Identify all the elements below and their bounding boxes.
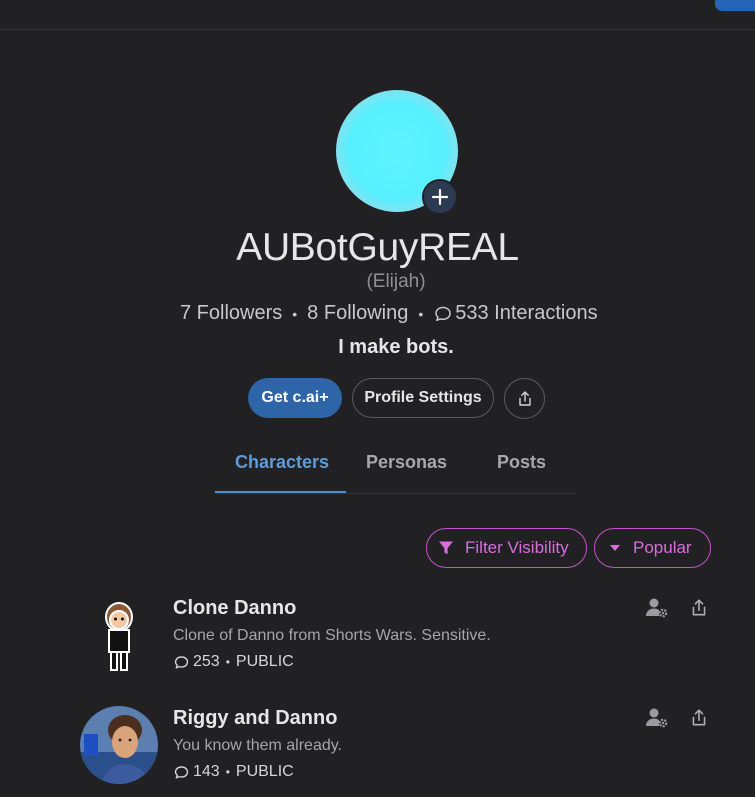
share-character-button[interactable] [686, 595, 712, 621]
chat-bubble-icon [173, 654, 190, 671]
separator-dot: • [225, 765, 230, 779]
filter-visibility-button[interactable]: Filter Visibility [426, 528, 587, 568]
character-visibility: PUBLIC [235, 653, 294, 670]
profile-settings-button[interactable]: Profile Settings [352, 378, 494, 418]
chat-bubble-icon [173, 764, 190, 781]
character-name: Clone Danno [173, 597, 297, 619]
tab-posts[interactable]: Posts [497, 452, 546, 473]
chat-bubble-icon [433, 304, 453, 324]
share-icon [518, 390, 531, 406]
separator-dot: • [292, 305, 298, 322]
character-interactions: 143 [193, 763, 220, 780]
followers-count[interactable]: 7 Followers [180, 302, 282, 325]
share-icon [692, 709, 706, 726]
manage-user-icon [646, 598, 668, 618]
filter-visibility-label: Filter Visibility [465, 538, 569, 557]
character-name: Riggy and Danno [173, 707, 338, 729]
profile-avatar-container [336, 90, 460, 215]
profile-display-name: (Elijah) [366, 271, 426, 292]
sort-label: Popular [633, 538, 692, 557]
separator-dot: • [418, 305, 424, 322]
manage-character-button[interactable] [644, 595, 670, 621]
share-profile-button[interactable] [504, 378, 545, 419]
character-item[interactable]: Riggy and Danno You know them already. 1… [80, 702, 720, 792]
active-tab-indicator [215, 491, 346, 493]
character-meta: 253 • PUBLIC [173, 653, 294, 671]
top-bar [0, 0, 755, 30]
filter-icon [439, 541, 453, 555]
character-description: You know them already. [173, 737, 342, 754]
profile-bio: I make bots. [338, 336, 454, 358]
character-avatar [80, 596, 158, 674]
character-description: Clone of Danno from Shorts Wars. Sensiti… [173, 627, 491, 644]
top-corner-button[interactable] [715, 0, 755, 11]
interactions-count: 533 Interactions [455, 302, 598, 324]
plus-icon [431, 188, 449, 206]
share-character-button[interactable] [686, 705, 712, 731]
separator-dot: • [225, 655, 230, 669]
add-avatar-button[interactable] [422, 179, 458, 215]
character-interactions: 253 [193, 653, 220, 670]
character-item[interactable]: Clone Danno Clone of Danno from Shorts W… [80, 592, 720, 682]
tab-characters[interactable]: Characters [235, 452, 329, 473]
character-meta: 143 • PUBLIC [173, 763, 294, 781]
tab-personas[interactable]: Personas [366, 452, 447, 473]
get-cai-plus-button[interactable]: Get c.ai+ [248, 378, 342, 418]
profile-tabs: Characters Personas Posts [215, 440, 576, 494]
caret-down-icon [610, 545, 620, 551]
character-visibility: PUBLIC [235, 763, 294, 780]
share-icon [692, 599, 706, 616]
sort-dropdown[interactable]: Popular [594, 528, 711, 568]
manage-user-icon [646, 708, 668, 728]
profile-username: AUBotGuyREAL [236, 226, 519, 269]
following-count[interactable]: 8 Following [307, 302, 408, 325]
character-avatar [80, 706, 158, 784]
manage-character-button[interactable] [644, 705, 670, 731]
profile-stats: 7 Followers • 8 Following • 533 Interact… [180, 302, 598, 325]
